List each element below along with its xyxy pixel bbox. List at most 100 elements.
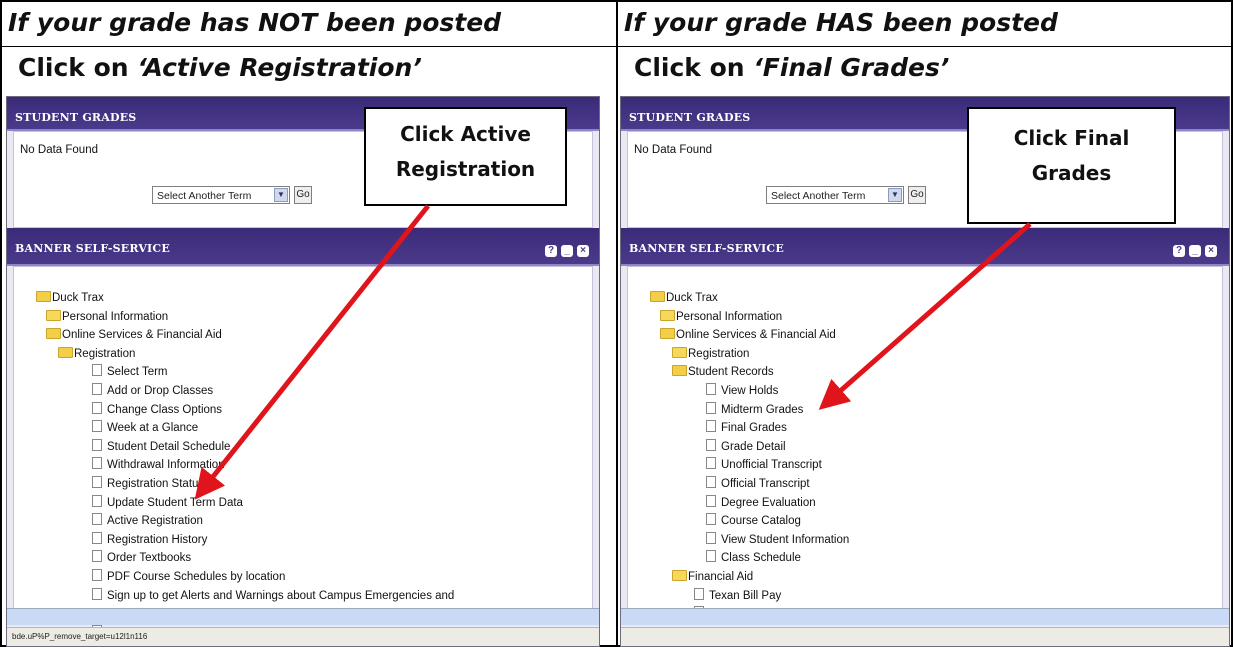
tree-item-label: Final Grades [721, 422, 787, 435]
tree-item[interactable]: Active Registration [92, 512, 203, 530]
tree-item[interactable]: Grade Detail [706, 438, 786, 456]
tree-item[interactable]: Sign up to get Alerts and Warnings about… [92, 587, 454, 605]
help-icon[interactable]: ? [545, 245, 557, 257]
tree-item[interactable]: Student Detail Schedule [92, 438, 230, 456]
tree-item[interactable]: Official Transcript [706, 475, 810, 493]
tree-item[interactable]: Midterm Grades [706, 401, 803, 419]
banner-self-service-title: BANNER SELF-SERVICE [629, 242, 784, 255]
tree-item[interactable]: Course Catalog [706, 512, 801, 530]
tree-item[interactable]: Duck Trax [36, 289, 104, 307]
banner-self-service-header: BANNER SELF-SERVICE ? _ × [621, 228, 1229, 266]
tree-item-label: Class Schedule [721, 552, 801, 565]
tree-item-label: Duck Trax [52, 292, 104, 304]
tree-item-label: Online Services & Financial Aid [62, 329, 222, 342]
tree-item[interactable]: Texan Bill Pay [694, 587, 781, 605]
folder-icon [650, 291, 665, 302]
go-button[interactable]: Go [294, 186, 312, 204]
tree-item-label: Registration [74, 347, 136, 360]
right-column-heading: If your grade HAS been posted [624, 8, 1058, 37]
tree-item[interactable]: Update Student Term Data [92, 494, 243, 512]
tree-item[interactable]: Online Services & Financial Aid [46, 326, 222, 344]
tree-item[interactable]: Personal Information [46, 308, 168, 326]
tree-item-label: Degree Evaluation [721, 496, 816, 509]
tree-item[interactable]: Degree Evaluation [706, 494, 816, 512]
tree-item[interactable]: Change Class Options [92, 401, 222, 419]
browser-status-bar: bde.uP%P_remove_target=u12l1n116 [7, 627, 599, 646]
right-column-instruction: Click on ‘Final Grades’ [634, 53, 950, 82]
tree-item-label: Midterm Grades [721, 403, 804, 416]
document-icon [706, 476, 716, 488]
go-button[interactable]: Go [908, 186, 926, 204]
document-icon [92, 476, 102, 488]
term-select-value: Select Another Term [771, 190, 866, 202]
tree-item[interactable]: Final Grades [706, 419, 787, 437]
tree-item-label: Week at a Glance [107, 422, 199, 435]
tree-item-label: Duck Trax [666, 292, 718, 304]
document-icon [706, 401, 716, 414]
document-icon [92, 383, 102, 395]
tree-item[interactable]: Class Schedule [706, 549, 801, 567]
document-icon [92, 513, 102, 526]
tree-item[interactable]: Withdrawal Information [92, 456, 225, 474]
folder-icon [58, 346, 73, 358]
tree-item-label: Order Textbooks [107, 552, 192, 565]
tree-item-label: Withdrawal Information [107, 459, 225, 472]
document-icon [92, 420, 102, 433]
tree-item[interactable]: Registration [672, 345, 749, 363]
folder-icon [672, 346, 687, 358]
tree-item-label: Financial Aid [688, 571, 754, 583]
help-icon[interactable]: ? [1173, 245, 1185, 257]
table-border-center [616, 0, 618, 647]
tree-item[interactable]: Order Textbooks [92, 549, 191, 567]
folder-icon [660, 328, 675, 340]
left-column-heading: If your grade has NOT been posted [8, 8, 502, 37]
tree-item[interactable]: Personal Information [660, 308, 782, 326]
tree-item[interactable]: Registration Status [92, 475, 204, 493]
tree-item[interactable]: Student Records [672, 363, 774, 381]
document-icon [92, 569, 102, 581]
close-icon[interactable]: × [1205, 245, 1217, 257]
tree-item[interactable]: Online Services & Financial Aid [660, 326, 836, 344]
tree-item[interactable]: View Holds [706, 382, 778, 400]
tree-item[interactable]: Unofficial Transcript [706, 456, 822, 474]
term-select[interactable]: Select Another Term ▼ [152, 186, 290, 204]
tree-item-label: Sign up to get Alerts and Warnings about… [107, 589, 455, 602]
tree-item-label: PDF Course Schedules by location [107, 571, 286, 583]
tree-item[interactable]: Financial Aid [672, 568, 753, 586]
folder-icon [46, 328, 61, 340]
folder-icon [46, 309, 61, 321]
tree-item[interactable]: Add or Drop Classes [92, 382, 213, 400]
tree-item-label: Personal Information [62, 310, 169, 323]
tree-item-label: Texan Bill Pay [709, 589, 782, 602]
document-icon [92, 438, 102, 451]
tree-item[interactable]: Week at a Glance [92, 419, 198, 437]
minimize-icon[interactable]: _ [1189, 245, 1201, 257]
tree-item[interactable]: Select Term [92, 363, 168, 381]
callout-line-2: Registration [395, 157, 536, 181]
tree-item-label: Unofficial Transcript [721, 459, 822, 472]
tree-item-label: Personal Information [676, 310, 783, 323]
banner-self-service-header: BANNER SELF-SERVICE ? _ × [7, 228, 599, 266]
close-icon[interactable]: × [577, 245, 589, 257]
callout-active-registration: Click Active Registration [364, 107, 567, 206]
portal-footer [7, 608, 599, 625]
portal-footer [621, 608, 1229, 625]
banner-self-service-title: BANNER SELF-SERVICE [15, 242, 170, 255]
tree-item[interactable]: View Student Information [706, 531, 849, 549]
document-icon [694, 587, 704, 600]
minimize-icon[interactable]: _ [561, 245, 573, 257]
tree-item-label: Registration [688, 347, 750, 360]
tree-item-label: Grade Detail [721, 440, 786, 453]
tree-item[interactable]: PDF Course Schedules by location [92, 568, 285, 586]
tree-item[interactable]: Registration [58, 345, 135, 363]
tree-item[interactable]: Registration History [92, 531, 207, 549]
folder-icon [36, 291, 51, 302]
document-icon [706, 550, 716, 563]
term-select[interactable]: Select Another Term ▼ [766, 186, 904, 204]
document-icon [92, 531, 102, 544]
tree-item-label: Add or Drop Classes [107, 385, 214, 397]
tree-item[interactable]: Duck Trax [650, 289, 718, 307]
document-icon [706, 438, 716, 451]
dropdown-arrow-icon: ▼ [888, 188, 902, 202]
callout-line-1: Click Active [400, 122, 531, 146]
